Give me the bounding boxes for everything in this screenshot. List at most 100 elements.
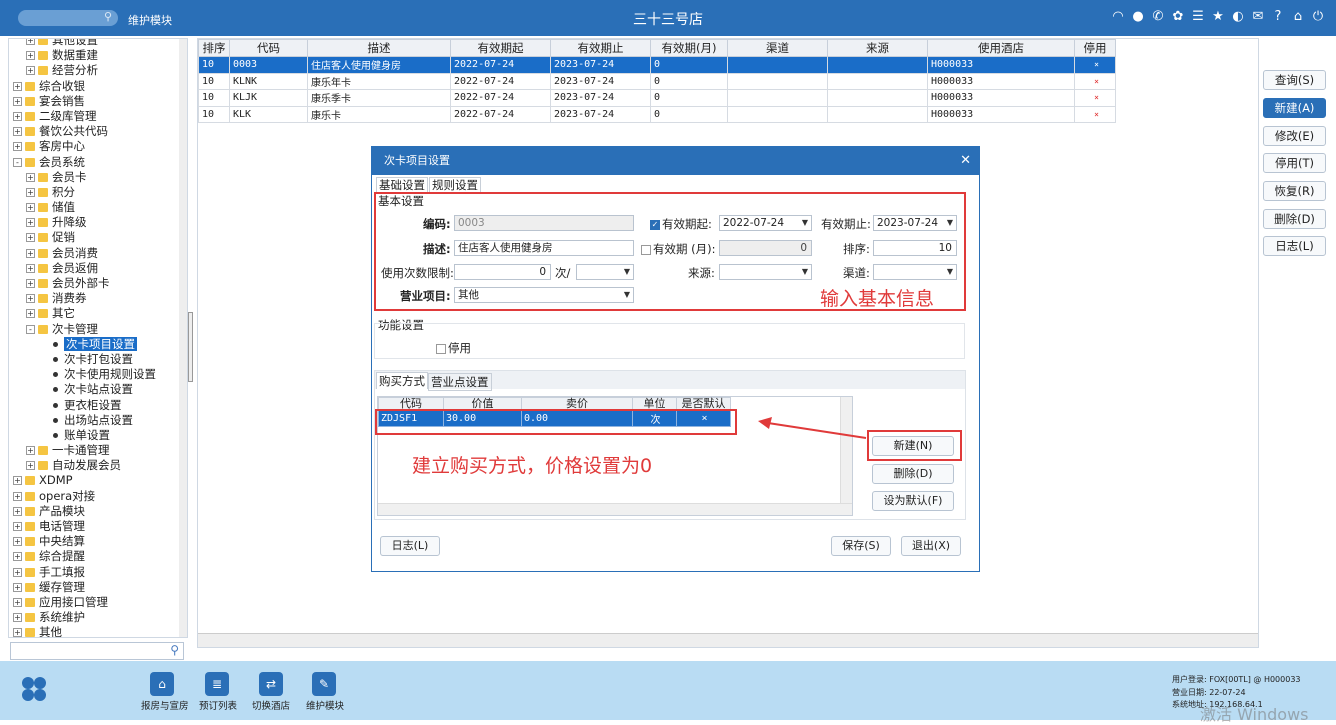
sidebar-item[interactable]: - 会员系统 (13, 155, 185, 170)
sidebar-item[interactable]: + 综合提醒 (13, 549, 185, 564)
sidebar-item[interactable]: 更衣柜设置 (13, 398, 185, 413)
sidebar-item[interactable]: + 产品模块 (13, 504, 185, 519)
sidebar-item[interactable]: + 消费券 (13, 291, 185, 306)
sidebar-item[interactable]: + 餐饮公共代码 (13, 124, 185, 139)
contrast-icon[interactable]: ◐ (1230, 8, 1246, 26)
expand-icon[interactable]: + (13, 142, 22, 152)
sidebar-item[interactable]: + 升降级 (13, 215, 185, 230)
panel-splitter[interactable] (188, 312, 193, 382)
palette-icon[interactable]: ✿ (1170, 8, 1186, 26)
new-button[interactable]: 新建(A) (1263, 98, 1326, 118)
expand-icon[interactable]: + (13, 506, 22, 516)
tree-scrollbar[interactable] (179, 39, 187, 637)
expand-icon[interactable]: + (13, 81, 22, 91)
mail-icon[interactable]: ✉ (1250, 8, 1266, 26)
column-header[interactable]: 来源 (827, 39, 928, 57)
sidebar-item[interactable]: + 经营分析 (13, 63, 185, 78)
expand-icon[interactable]: + (26, 461, 35, 471)
collapse-icon[interactable]: - (13, 157, 22, 167)
sub-grid-scrollbar[interactable] (840, 397, 852, 515)
switch-hotel-icon[interactable]: ⇄ (259, 672, 283, 696)
home-icon[interactable]: ⌂ (1290, 8, 1306, 26)
query-button[interactable]: 查询(S) (1263, 70, 1326, 90)
app-label-switch-hotel[interactable]: 切换酒店 (252, 698, 290, 712)
sidebar-item[interactable]: + 会员消费 (13, 246, 185, 261)
expand-icon[interactable]: + (13, 522, 22, 531)
sidebar-item[interactable]: 出场站点设置 (13, 413, 185, 428)
restore-button[interactable]: 恢复(R) (1263, 181, 1326, 201)
sidebar-item[interactable]: 次卡项目设置 (13, 336, 185, 352)
expand-icon[interactable]: + (26, 309, 35, 319)
log-button[interactable]: 日志(L) (1263, 236, 1326, 256)
delete-button[interactable]: 删除(D) (1263, 209, 1326, 229)
column-header[interactable]: 排序 (198, 39, 230, 57)
sidebar-item[interactable]: 次卡站点设置 (13, 382, 185, 397)
disable-checkbox[interactable] (436, 343, 446, 354)
app-label-room-status[interactable]: 报房与宣房 (141, 698, 189, 712)
sidebar-item[interactable]: + 电话管理 (13, 519, 185, 534)
expand-icon[interactable]: + (26, 279, 35, 288)
tab-outlet-settings[interactable]: 营业点设置 (428, 373, 492, 391)
expand-icon[interactable]: + (13, 127, 22, 137)
expand-icon[interactable]: + (13, 111, 22, 121)
disable-wrap[interactable]: 停用 (436, 340, 471, 356)
expand-icon[interactable]: + (26, 203, 35, 213)
tab-rule-settings[interactable]: 规则设置 (429, 177, 481, 193)
expand-icon[interactable]: + (13, 476, 22, 486)
phone-icon[interactable]: ✆ (1150, 8, 1166, 26)
dialog-save-button[interactable]: 保存(S) (831, 536, 891, 556)
sidebar-item[interactable]: + 客房中心 (13, 139, 185, 154)
sidebar-item[interactable]: + 中央结算 (13, 534, 185, 549)
power-icon[interactable]: ⏻ (1310, 8, 1326, 26)
close-icon[interactable]: ✕ (960, 147, 971, 175)
sidebar-item[interactable]: 账单设置 (13, 428, 185, 443)
buy-delete-button[interactable]: 删除(D) (872, 464, 954, 484)
expand-icon[interactable]: + (26, 172, 35, 182)
sidebar-item[interactable]: + 会员卡 (13, 170, 185, 185)
table-row[interactable]: 10 KLNK 康乐年卡 2022-07-24 2023-07-24 0 H000033 × (198, 72, 1116, 90)
column-header[interactable]: 有效期起 (450, 39, 551, 57)
sidebar-item[interactable]: + XDMP (13, 473, 185, 488)
sidebar-item[interactable]: + 其它 (13, 306, 185, 321)
sub-grid-hscrollbar[interactable] (378, 503, 852, 515)
table-row[interactable]: 10 KLK 康乐卡 2022-07-24 2023-07-24 0 H000033 × (198, 105, 1116, 123)
sidebar-item[interactable]: + 一卡通管理 (13, 443, 185, 458)
chat-icon[interactable]: ● (1130, 8, 1146, 26)
column-header[interactable]: 代码 (229, 39, 308, 57)
tab-basic-settings[interactable]: 基础设置 (376, 177, 428, 193)
sidebar-item[interactable]: + 宴会销售 (13, 94, 185, 109)
sidebar-item[interactable]: + 手工填报 (13, 565, 185, 580)
expand-icon[interactable]: + (13, 567, 22, 577)
reservation-list-icon[interactable]: ≣ (205, 672, 229, 696)
sidebar-item[interactable]: + 缓存管理 (13, 580, 185, 595)
tab-buy-method[interactable]: 购买方式 (376, 372, 428, 389)
sidebar-item[interactable]: + 其他设置 (13, 39, 185, 48)
sidebar-item[interactable]: + 会员外部卡 (13, 276, 185, 291)
collapse-icon[interactable]: - (26, 324, 35, 334)
sidebar-item[interactable]: + 综合收银 (13, 79, 185, 94)
column-header[interactable]: 停用 (1074, 39, 1116, 57)
menu-icon[interactable]: ☰ (1190, 8, 1206, 26)
app-label-reservation-list[interactable]: 预订列表 (199, 698, 237, 712)
help-icon[interactable]: ? (1270, 8, 1286, 26)
sidebar-item[interactable]: + 系统维护 (13, 610, 185, 625)
sidebar-item[interactable]: + 促销 (13, 230, 185, 245)
column-header[interactable]: 渠道 (727, 39, 828, 57)
expand-icon[interactable]: + (13, 597, 22, 607)
dialog-exit-button[interactable]: 退出(X) (901, 536, 961, 556)
table-row[interactable]: 10 0003 住店客人使用健身房 2022-07-24 2023-07-24 0 H000… (198, 56, 1116, 74)
sidebar-item[interactable]: + 会员返佣 (13, 261, 185, 276)
expand-icon[interactable]: + (26, 233, 35, 243)
grid-hscrollbar[interactable] (198, 633, 1258, 647)
sidebar-item[interactable]: + 二级库管理 (13, 109, 185, 124)
expand-icon[interactable]: + (13, 537, 22, 547)
disable-button[interactable]: 停用(T) (1263, 153, 1326, 173)
sidebar-item[interactable]: + 应用接口管理 (13, 595, 185, 610)
app-label-maintenance[interactable]: 维护模块 (306, 698, 344, 712)
expand-icon[interactable]: + (26, 446, 35, 456)
maintenance-icon[interactable]: ✎ (312, 672, 336, 696)
room-status-icon[interactable]: ⌂ (150, 672, 174, 696)
expand-icon[interactable]: + (26, 218, 35, 228)
expand-icon[interactable]: + (13, 552, 22, 562)
modify-button[interactable]: 修改(E) (1263, 126, 1326, 146)
